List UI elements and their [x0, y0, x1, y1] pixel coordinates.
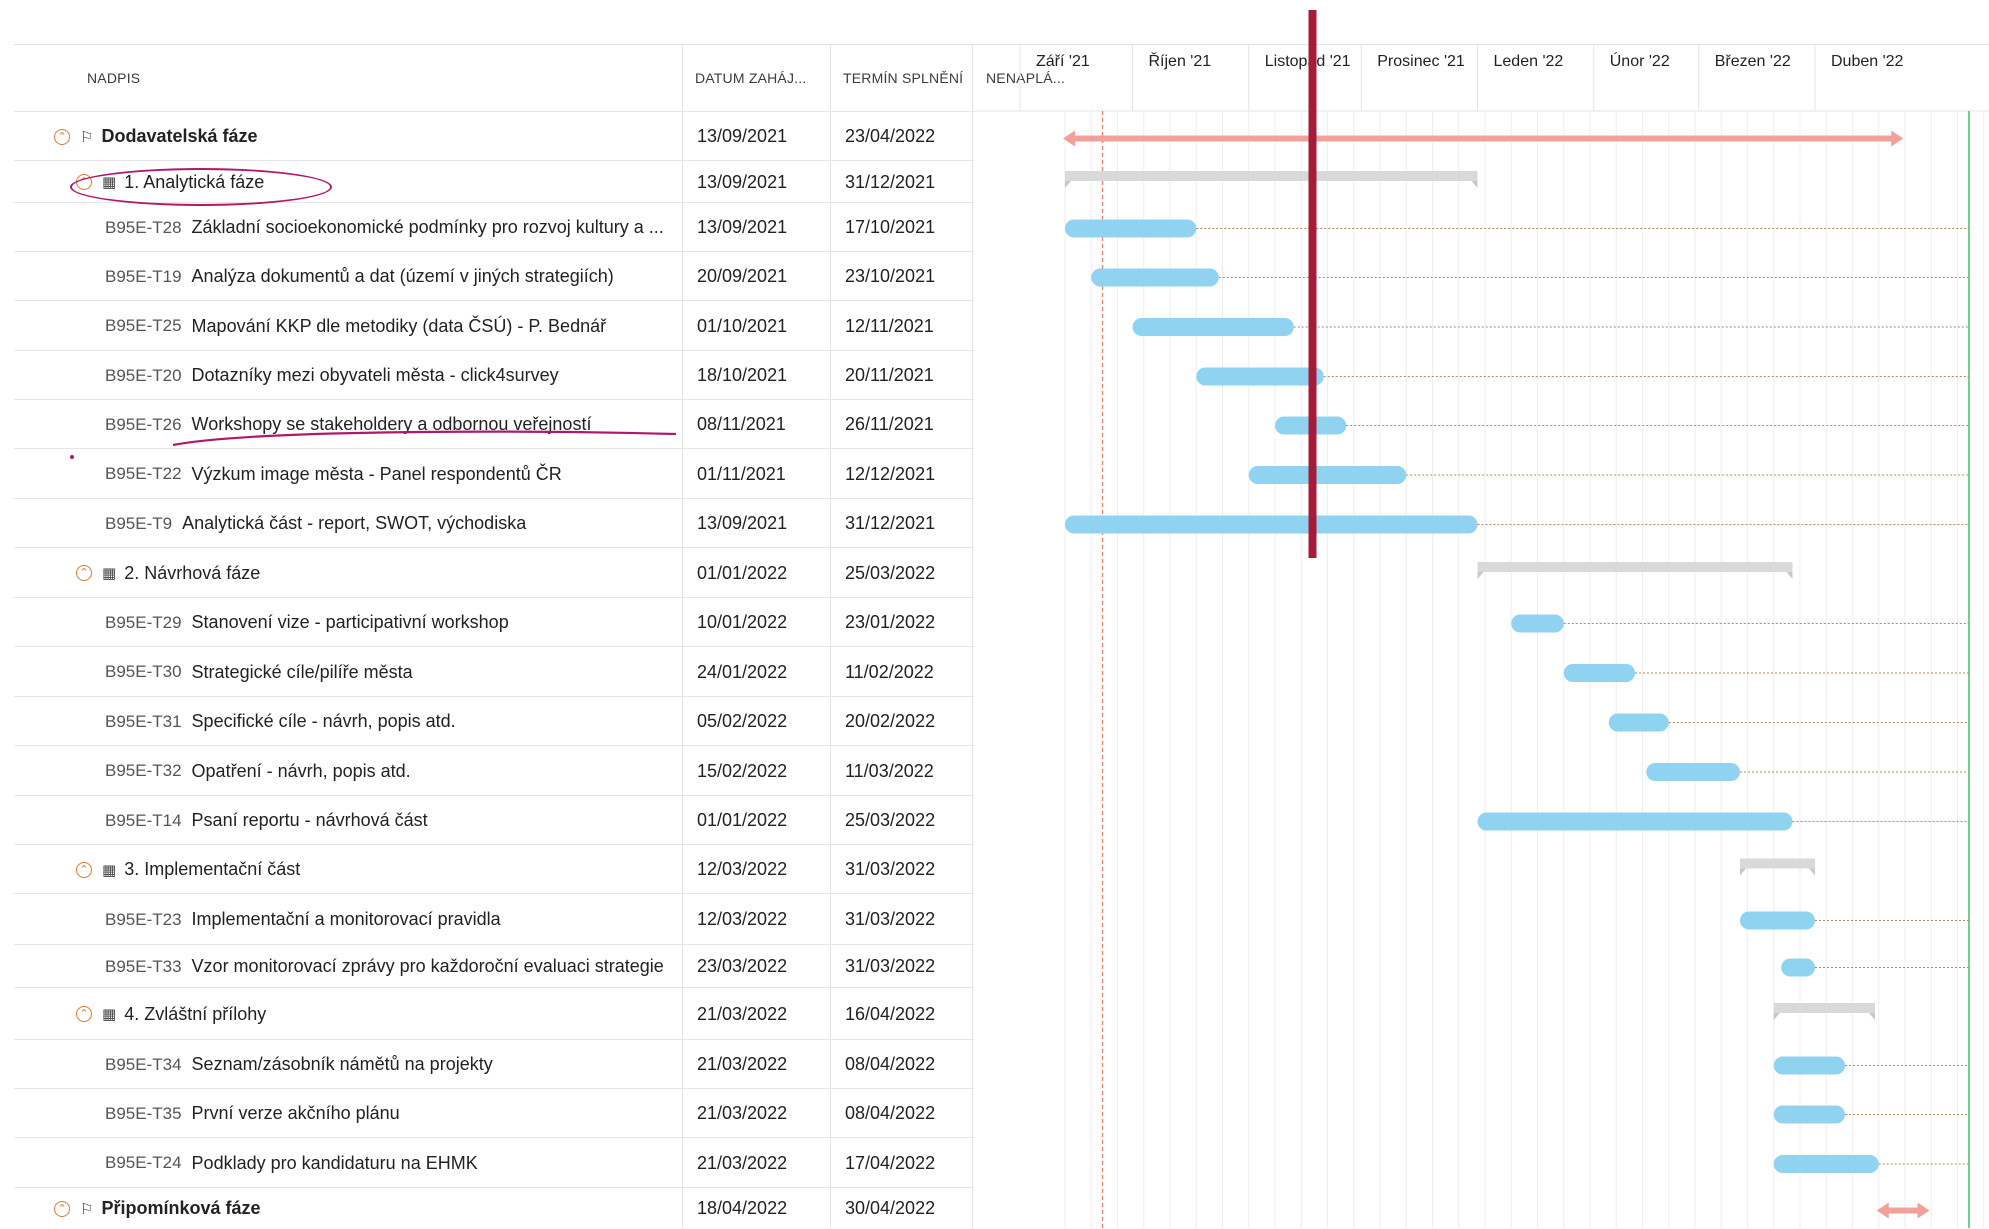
task-bar [1065, 515, 1478, 534]
task-bar [1091, 268, 1219, 287]
summary-bar-cap [1809, 868, 1815, 876]
summary-bar-cap [1869, 1013, 1875, 1020]
summary-bar-cap [1773, 1013, 1780, 1020]
column-divider [830, 45, 831, 1228]
month-label: Leden '22 [1494, 53, 1564, 70]
task-bar [1132, 318, 1294, 336]
column-divider [682, 45, 683, 1228]
month-label: Únor '22 [1610, 51, 1670, 70]
task-bar [1563, 664, 1635, 682]
task-bar [1740, 911, 1815, 930]
task-bar [1511, 614, 1564, 633]
summary-bar-cap [1477, 572, 1484, 579]
summary-bar-cap [1065, 181, 1071, 188]
task-bar [1773, 1056, 1845, 1075]
month-label: Prosinec '21 [1377, 53, 1465, 70]
month-label: Říjen '21 [1149, 51, 1212, 70]
task-bar [1773, 1155, 1879, 1173]
annotation-underline [172, 430, 677, 447]
task-bar [1773, 1105, 1845, 1124]
month-label: Duben '22 [1831, 53, 1904, 70]
annotation-dot [70, 455, 74, 459]
summary-bar-cap [1786, 572, 1793, 579]
task-bar [1248, 466, 1407, 484]
summary-bar [1065, 171, 1478, 181]
summary-bar-cap [1740, 868, 1746, 876]
current-date-marker [1308, 10, 1317, 558]
month-label: Září '21 [1036, 53, 1090, 70]
task-bar [1065, 219, 1197, 238]
summary-bar [1773, 1003, 1875, 1013]
column-divider [972, 45, 973, 1228]
task-bar [1646, 763, 1740, 781]
month-label: Listopad '21 [1265, 53, 1351, 70]
phase-bar-end-arrow [1917, 1202, 1930, 1219]
task-bar [1196, 367, 1324, 386]
month-label: Březen '22 [1715, 53, 1791, 70]
task-bar [1608, 713, 1669, 732]
summary-bar-cap [1471, 181, 1478, 188]
summary-bar [1740, 858, 1815, 869]
phase-bar-end-arrow [1891, 130, 1904, 147]
gantt-view: NADPIS DATUM ZAHÁJ... TERMÍN SPLNĚNÍ NEN… [0, 0, 1989, 1228]
task-bar [1477, 812, 1793, 831]
annotation-ellipse [70, 168, 332, 206]
summary-bar [1477, 562, 1793, 572]
task-bar [1781, 958, 1815, 977]
